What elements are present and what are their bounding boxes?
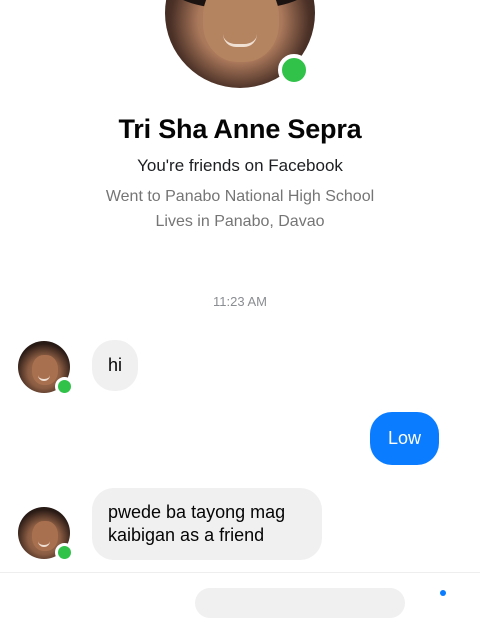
message-bubble-incoming[interactable]: pwede ba tayong mag kaibigan as a friend	[92, 488, 322, 560]
contact-online-icon	[55, 377, 74, 396]
message-input[interactable]	[195, 588, 405, 618]
message-bubble-incoming[interactable]: hi	[92, 340, 139, 391]
message-timestamp: 11:23 AM	[213, 294, 267, 309]
profile-name[interactable]: Tri Sha Anne Sepra	[0, 114, 480, 145]
profile-location: Lives in Panabo, Davao	[155, 213, 325, 230]
contact-online-icon	[55, 543, 74, 562]
composer-action-icon[interactable]	[440, 590, 446, 596]
friendship-status: You're friends on Facebook	[137, 156, 343, 175]
message-bubble-outgoing[interactable]: Low	[370, 412, 440, 465]
online-status-icon	[278, 54, 310, 86]
avatar-face	[203, 0, 279, 62]
profile-education: Went to Panabo National High School	[105, 188, 375, 205]
